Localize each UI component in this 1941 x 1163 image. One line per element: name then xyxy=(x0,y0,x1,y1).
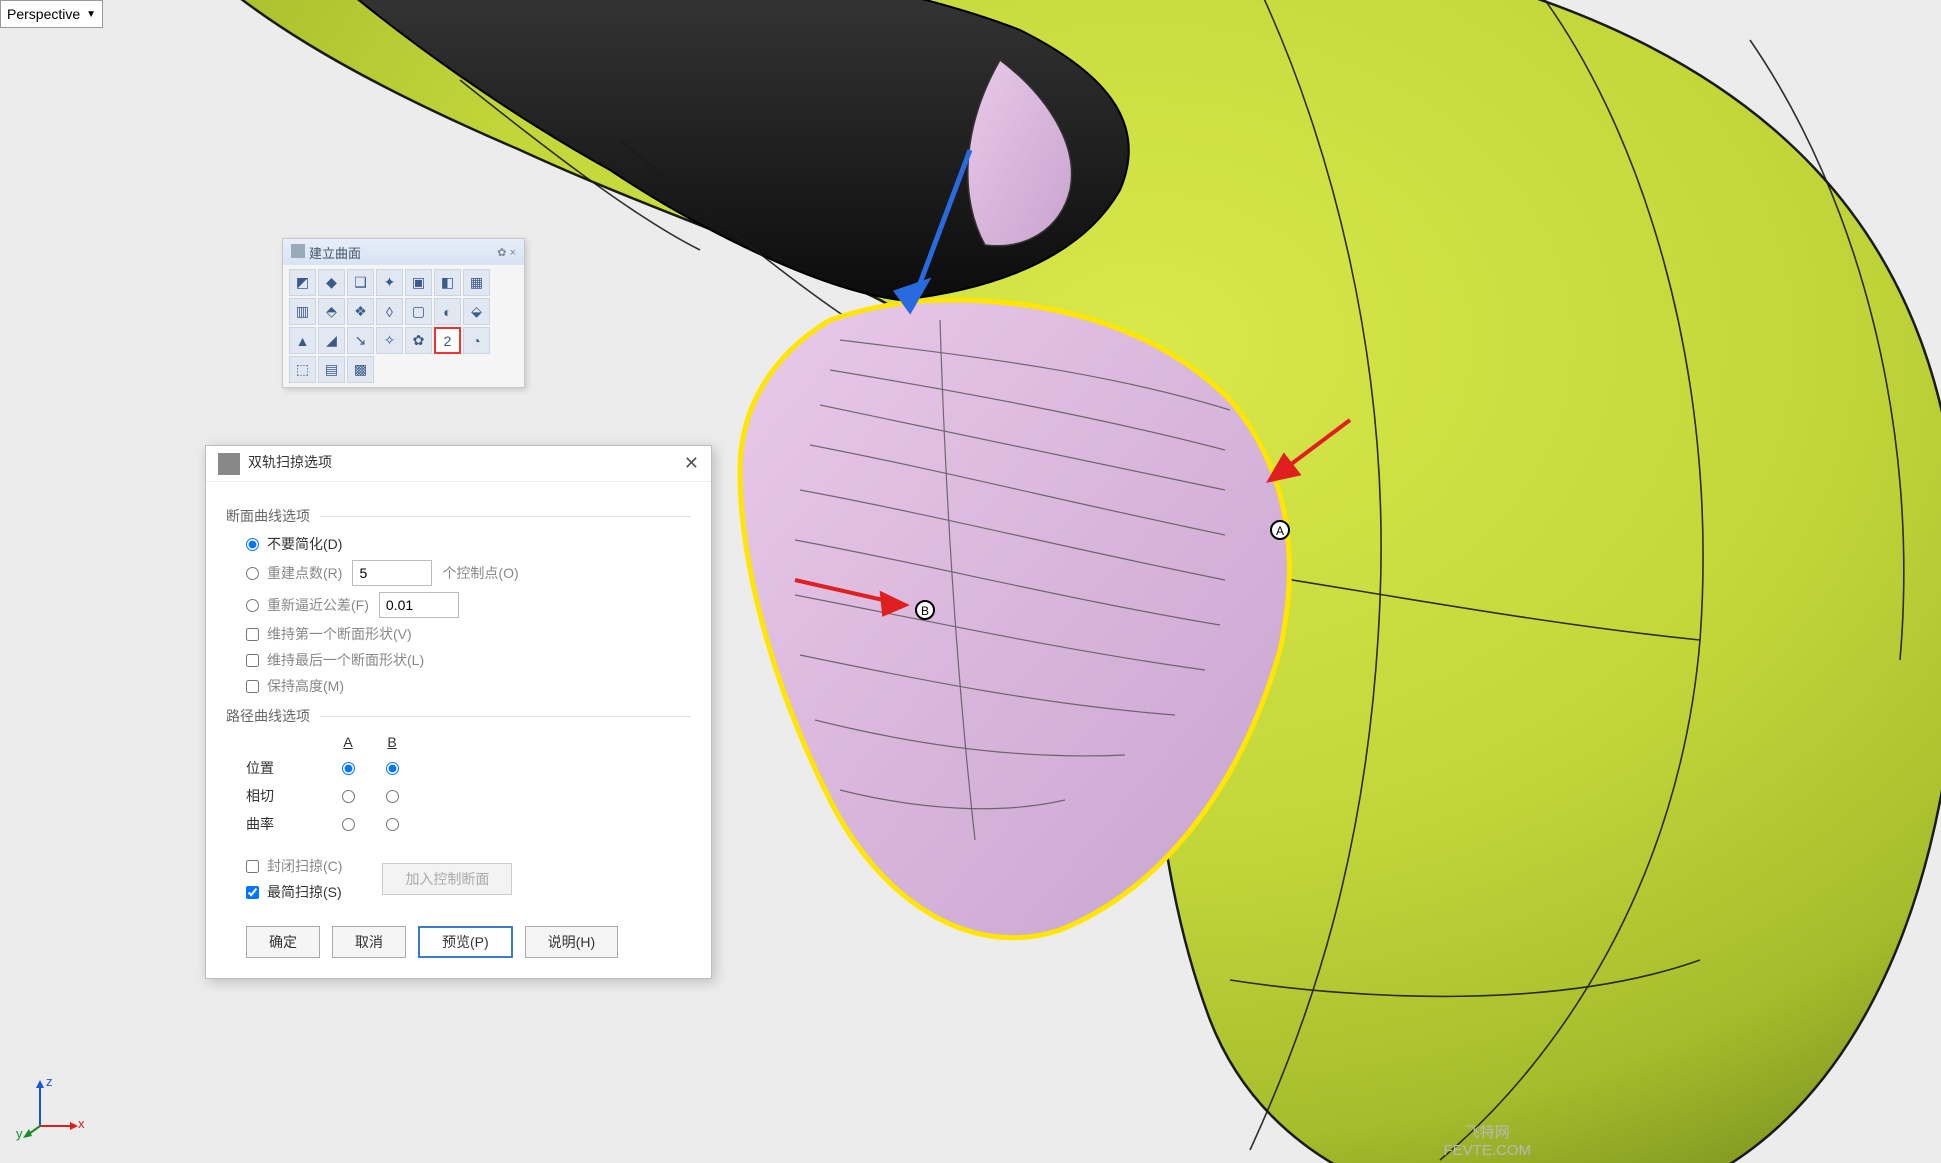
tool-btn-5[interactable]: ▣ xyxy=(405,269,432,296)
tool-btn-18[interactable]: ✧ xyxy=(376,327,403,354)
cb-keep-height[interactable]: 保持高度(M) xyxy=(246,676,691,696)
tool-btn-6[interactable]: ◧ xyxy=(434,269,461,296)
row-position-label: 位置 xyxy=(246,758,326,778)
sweep2-dialog: 双轨扫掠选项 ✕ 断面曲线选项 不要简化(D) 重建点数(R) 个控制点(O) … xyxy=(205,445,712,979)
tool-btn-7[interactable]: ▦ xyxy=(463,269,490,296)
ok-button[interactable]: 确定 xyxy=(246,926,320,958)
radio-no-simplify[interactable]: 不要简化(D) xyxy=(246,534,691,554)
tool-btn-11[interactable]: ◊ xyxy=(376,298,403,325)
continuity-grid: A B 位置 相切 曲率 xyxy=(246,734,691,834)
toolbar-grid: ◩ ◆ ❑ ✦ ▣ ◧ ▦ ▥ ⬘ ❖ ◊ ▢ ◐ ⬙ ▲ ◢ ↘ ✧ ✿ 2 … xyxy=(283,265,524,387)
tool-btn-sweep2-highlighted[interactable]: 2 xyxy=(434,327,461,354)
viewport-dropdown[interactable]: Perspective ▼ xyxy=(0,0,103,28)
marker-a: A xyxy=(1276,524,1284,538)
tool-btn-10[interactable]: ❖ xyxy=(347,298,374,325)
toolbar-icon xyxy=(291,244,305,258)
section-curve-header: 断面曲线选项 xyxy=(226,506,691,526)
rebuild-count-input[interactable] xyxy=(352,560,432,586)
tool-btn-15[interactable]: ▲ xyxy=(289,327,316,354)
cb-simple[interactable]: 最简扫掠(S) xyxy=(246,882,342,902)
tool-btn-14[interactable]: ⬙ xyxy=(463,298,490,325)
pos-a[interactable] xyxy=(342,762,355,775)
refit-tol-input[interactable] xyxy=(379,592,459,618)
tool-btn-8[interactable]: ▥ xyxy=(289,298,316,325)
tool-btn-16[interactable]: ◢ xyxy=(318,327,345,354)
close-icon[interactable]: ✕ xyxy=(684,453,699,474)
tool-btn-13[interactable]: ◐ xyxy=(434,298,461,325)
toolbar-gear-icon[interactable]: ✿ × xyxy=(497,246,516,259)
dialog-footer: 确定 取消 预览(P) 说明(H) xyxy=(226,908,691,958)
add-slash-button[interactable]: 加入控制断面 xyxy=(382,863,512,895)
help-button[interactable]: 说明(H) xyxy=(525,926,618,958)
tool-btn-23[interactable]: ▤ xyxy=(318,356,345,383)
col-a: A xyxy=(326,734,370,750)
tool-btn-1[interactable]: ◩ xyxy=(289,269,316,296)
cb-keep-last[interactable]: 维持最后一个断面形状(L) xyxy=(246,650,691,670)
surface-toolbar[interactable]: 建立曲面 ✿ × ◩ ◆ ❑ ✦ ▣ ◧ ▦ ▥ ⬘ ❖ ◊ ▢ ◐ ⬙ ▲ ◢… xyxy=(282,238,525,388)
watermark: 飞特网 FEVTE.COM xyxy=(1443,1121,1531,1159)
cb-closed[interactable]: 封闭扫掠(C) xyxy=(246,856,342,876)
cur-b[interactable] xyxy=(386,818,399,831)
cur-a[interactable] xyxy=(342,818,355,831)
row-tangent-label: 相切 xyxy=(246,786,326,806)
tool-btn-19[interactable]: ✿ xyxy=(405,327,432,354)
tool-btn-2[interactable]: ◆ xyxy=(318,269,345,296)
tool-btn-3[interactable]: ❑ xyxy=(347,269,374,296)
tool-btn-24[interactable]: ▩ xyxy=(347,356,374,383)
tool-btn-9[interactable]: ⬘ xyxy=(318,298,345,325)
dialog-title: 双轨扫掠选项 xyxy=(248,454,332,470)
preview-button[interactable]: 预览(P) xyxy=(418,926,513,958)
pos-b[interactable] xyxy=(386,762,399,775)
tool-btn-22[interactable]: ⬚ xyxy=(289,356,316,383)
tan-a[interactable] xyxy=(342,790,355,803)
cancel-button[interactable]: 取消 xyxy=(332,926,406,958)
cb-keep-first[interactable]: 维持第一个断面形状(V) xyxy=(246,624,691,644)
tan-b[interactable] xyxy=(386,790,399,803)
col-b: B xyxy=(370,734,414,750)
toolbar-title[interactable]: 建立曲面 ✿ × xyxy=(283,239,524,265)
dialog-icon xyxy=(218,453,240,475)
tool-btn-21[interactable]: ◔ xyxy=(463,327,490,354)
viewport-label: Perspective xyxy=(7,6,80,22)
dialog-header[interactable]: 双轨扫掠选项 ✕ xyxy=(206,446,711,482)
marker-b: B xyxy=(921,604,929,618)
axis-gizmo: z x y xyxy=(22,1078,82,1141)
tool-btn-4[interactable]: ✦ xyxy=(376,269,403,296)
chevron-down-icon: ▼ xyxy=(86,9,96,20)
tool-btn-12[interactable]: ▢ xyxy=(405,298,432,325)
radio-refit[interactable]: 重新逼近公差(F) xyxy=(246,592,691,618)
radio-rebuild[interactable]: 重建点数(R) 个控制点(O) xyxy=(246,560,691,586)
row-curvature-label: 曲率 xyxy=(246,814,326,834)
section-path-header: 路径曲线选项 xyxy=(226,706,691,726)
tool-btn-17[interactable]: ↘ xyxy=(347,327,374,354)
